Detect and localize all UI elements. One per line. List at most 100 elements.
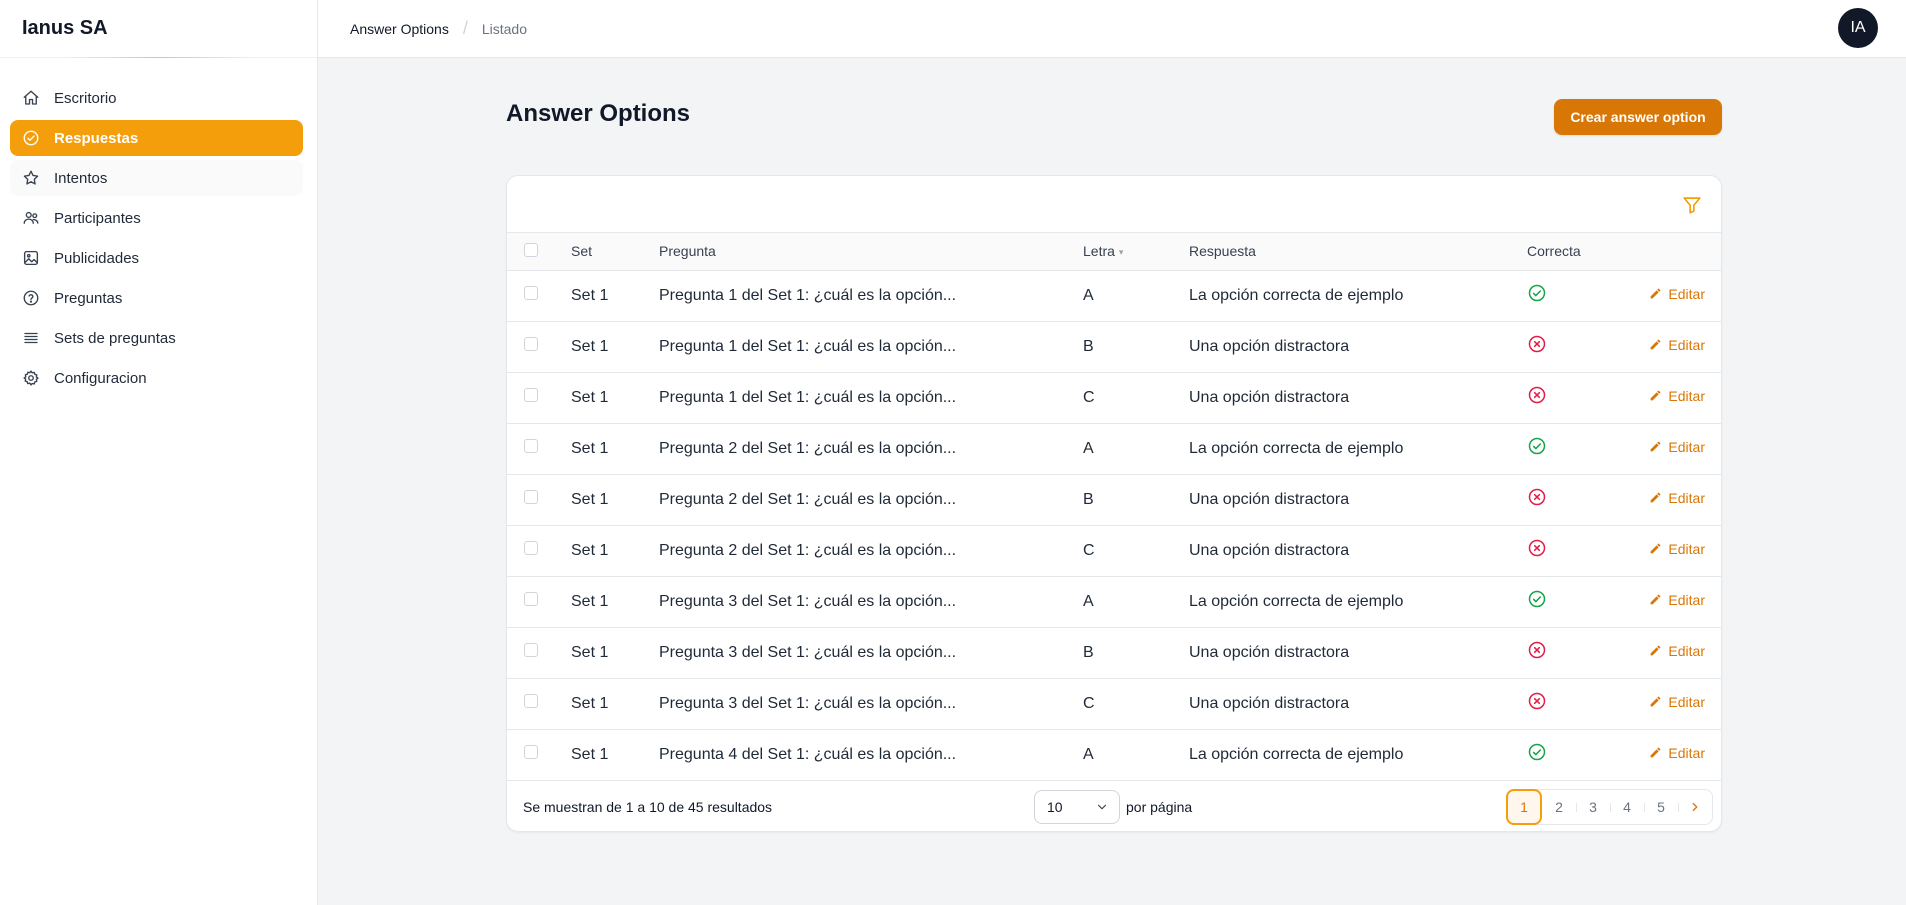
row-checkbox[interactable] [524, 541, 538, 555]
row-select-cell [507, 372, 571, 423]
create-answer-option-button[interactable]: Crear answer option [1554, 99, 1722, 135]
page-button-1[interactable]: 1 [1506, 788, 1542, 825]
cell-pregunta: Pregunta 1 del Set 1: ¿cuál es la opción… [659, 337, 957, 355]
edit-button[interactable]: Editar [1649, 439, 1705, 455]
row-checkbox[interactable] [524, 286, 538, 300]
cell-respuesta: La opción correcta de ejemplo [1189, 745, 1404, 763]
sidebar-item-configuracion[interactable]: Configuracion [10, 360, 303, 396]
cell-pregunta: Pregunta 2 del Set 1: ¿cuál es la opción… [659, 439, 957, 457]
sidebar-item-escritorio[interactable]: Escritorio [10, 80, 303, 116]
cell-actions: Editar [1627, 729, 1721, 780]
edit-label: Editar [1668, 693, 1705, 710]
column-header-correcta[interactable]: Correcta [1527, 233, 1627, 271]
cell-pregunta: Pregunta 2 del Set 1: ¿cuál es la opción… [659, 490, 957, 508]
row-select-cell [507, 627, 571, 678]
row-select-cell [507, 474, 571, 525]
cell-set: Set 1 [571, 286, 609, 304]
cell-correcta [1527, 474, 1627, 525]
page-button-2[interactable]: 2 [1542, 789, 1576, 825]
table-row: Set 1 Pregunta 2 del Set 1: ¿cuál es la o… [507, 525, 1721, 576]
table-row: Set 1 Pregunta 2 del Set 1: ¿cuál es la o… [507, 474, 1721, 525]
next-page-button[interactable] [1678, 789, 1712, 825]
column-header-set[interactable]: Set [571, 233, 659, 271]
check-circle-icon [1527, 283, 1547, 303]
cell-pregunta: Pregunta 4 del Set 1: ¿cuál es la opción… [659, 745, 957, 763]
pencil-icon [1649, 644, 1662, 657]
row-checkbox[interactable] [524, 337, 538, 351]
edit-button[interactable]: Editar [1649, 286, 1705, 302]
pencil-icon [1649, 338, 1662, 351]
check-circle-icon [22, 129, 40, 147]
per-page-value: 10 [1047, 798, 1063, 815]
pencil-icon [1649, 389, 1662, 402]
cell-correcta [1527, 270, 1627, 321]
filter-icon[interactable] [1681, 194, 1703, 216]
page-button-5[interactable]: 5 [1644, 789, 1678, 825]
page-title: Answer Options [506, 100, 691, 127]
row-checkbox[interactable] [524, 388, 538, 402]
row-checkbox[interactable] [524, 643, 538, 657]
cell-respuesta: Una opción distractora [1189, 490, 1350, 508]
check-circle-icon [1527, 436, 1547, 456]
sidebar-item-label: Escritorio [54, 89, 117, 107]
table-row: Set 1 Pregunta 3 del Set 1: ¿cuál es la o… [507, 627, 1721, 678]
sidebar-item-publicidades[interactable]: Publicidades [10, 240, 303, 276]
cell-correcta [1527, 627, 1627, 678]
cell-correcta [1527, 678, 1627, 729]
column-header-letra[interactable]: Letra ▾ [1083, 233, 1189, 271]
row-checkbox[interactable] [524, 745, 538, 759]
row-select-cell [507, 423, 571, 474]
sidebar-item-participantes[interactable]: Participantes [10, 200, 303, 236]
sidebar-nav: Escritorio Respuestas Intentos Participa… [0, 58, 317, 396]
cell-letra: A [1083, 592, 1094, 610]
select-all-cell [507, 233, 571, 271]
cell-respuesta: Una opción distractora [1189, 694, 1350, 712]
edit-button[interactable]: Editar [1649, 643, 1705, 659]
breadcrumb-separator: / [462, 18, 468, 38]
table-row: Set 1 Pregunta 1 del Set 1: ¿cuál es la o… [507, 372, 1721, 423]
row-select-cell [507, 576, 571, 627]
gear-icon [22, 369, 40, 387]
edit-button[interactable]: Editar [1649, 388, 1705, 404]
sidebar-item-label: Intentos [54, 169, 108, 187]
cell-pregunta: Pregunta 3 del Set 1: ¿cuál es la opción… [659, 643, 957, 661]
edit-button[interactable]: Editar [1649, 745, 1705, 761]
edit-button[interactable]: Editar [1649, 541, 1705, 557]
table-row: Set 1 Pregunta 1 del Set 1: ¿cuál es la o… [507, 321, 1721, 372]
column-header-pregunta[interactable]: Pregunta [659, 233, 1083, 271]
cell-actions: Editar [1627, 678, 1721, 729]
users-icon [22, 209, 40, 227]
per-page-select[interactable]: 10 [1034, 789, 1120, 824]
pagination-bar: Se muestran de 1 a 10 de 45 resultados 1… [507, 781, 1721, 832]
cell-set: Set 1 [571, 490, 609, 508]
sidebar: Ianus SA Escritorio Respuestas Intentos … [0, 0, 318, 905]
cell-letra: B [1083, 337, 1094, 355]
sidebar-item-preguntas[interactable]: Preguntas [10, 280, 303, 316]
cell-respuesta: La opción correcta de ejemplo [1189, 286, 1404, 304]
brand-name[interactable]: Ianus SA [0, 0, 317, 58]
row-checkbox[interactable] [524, 490, 538, 504]
column-header-respuesta[interactable]: Respuesta [1189, 233, 1527, 271]
x-circle-icon [1527, 538, 1547, 558]
sidebar-item-respuestas[interactable]: Respuestas [10, 120, 303, 156]
page-button-3[interactable]: 3 [1576, 789, 1610, 825]
sidebar-item-sets-de-preguntas[interactable]: Sets de preguntas [10, 320, 303, 356]
row-checkbox[interactable] [524, 439, 538, 453]
sidebar-item-intentos[interactable]: Intentos [10, 160, 303, 196]
row-checkbox[interactable] [524, 694, 538, 708]
cell-actions: Editar [1627, 372, 1721, 423]
pencil-icon [1649, 440, 1662, 453]
edit-button[interactable]: Editar [1649, 337, 1705, 353]
breadcrumb-section[interactable]: Answer Options [350, 21, 449, 37]
page-button-4[interactable]: 4 [1610, 789, 1644, 825]
edit-button[interactable]: Editar [1649, 592, 1705, 608]
pencil-icon [1649, 287, 1662, 300]
answer-options-table: Set Pregunta Letra ▾ Respuesta Correcta S… [507, 233, 1721, 781]
select-all-checkbox[interactable] [524, 242, 538, 257]
row-checkbox[interactable] [524, 592, 538, 606]
cell-actions: Editar [1627, 270, 1721, 321]
edit-button[interactable]: Editar [1649, 694, 1705, 710]
edit-button[interactable]: Editar [1649, 490, 1705, 506]
avatar[interactable]: IA [1838, 8, 1878, 48]
x-circle-icon [1527, 640, 1547, 660]
